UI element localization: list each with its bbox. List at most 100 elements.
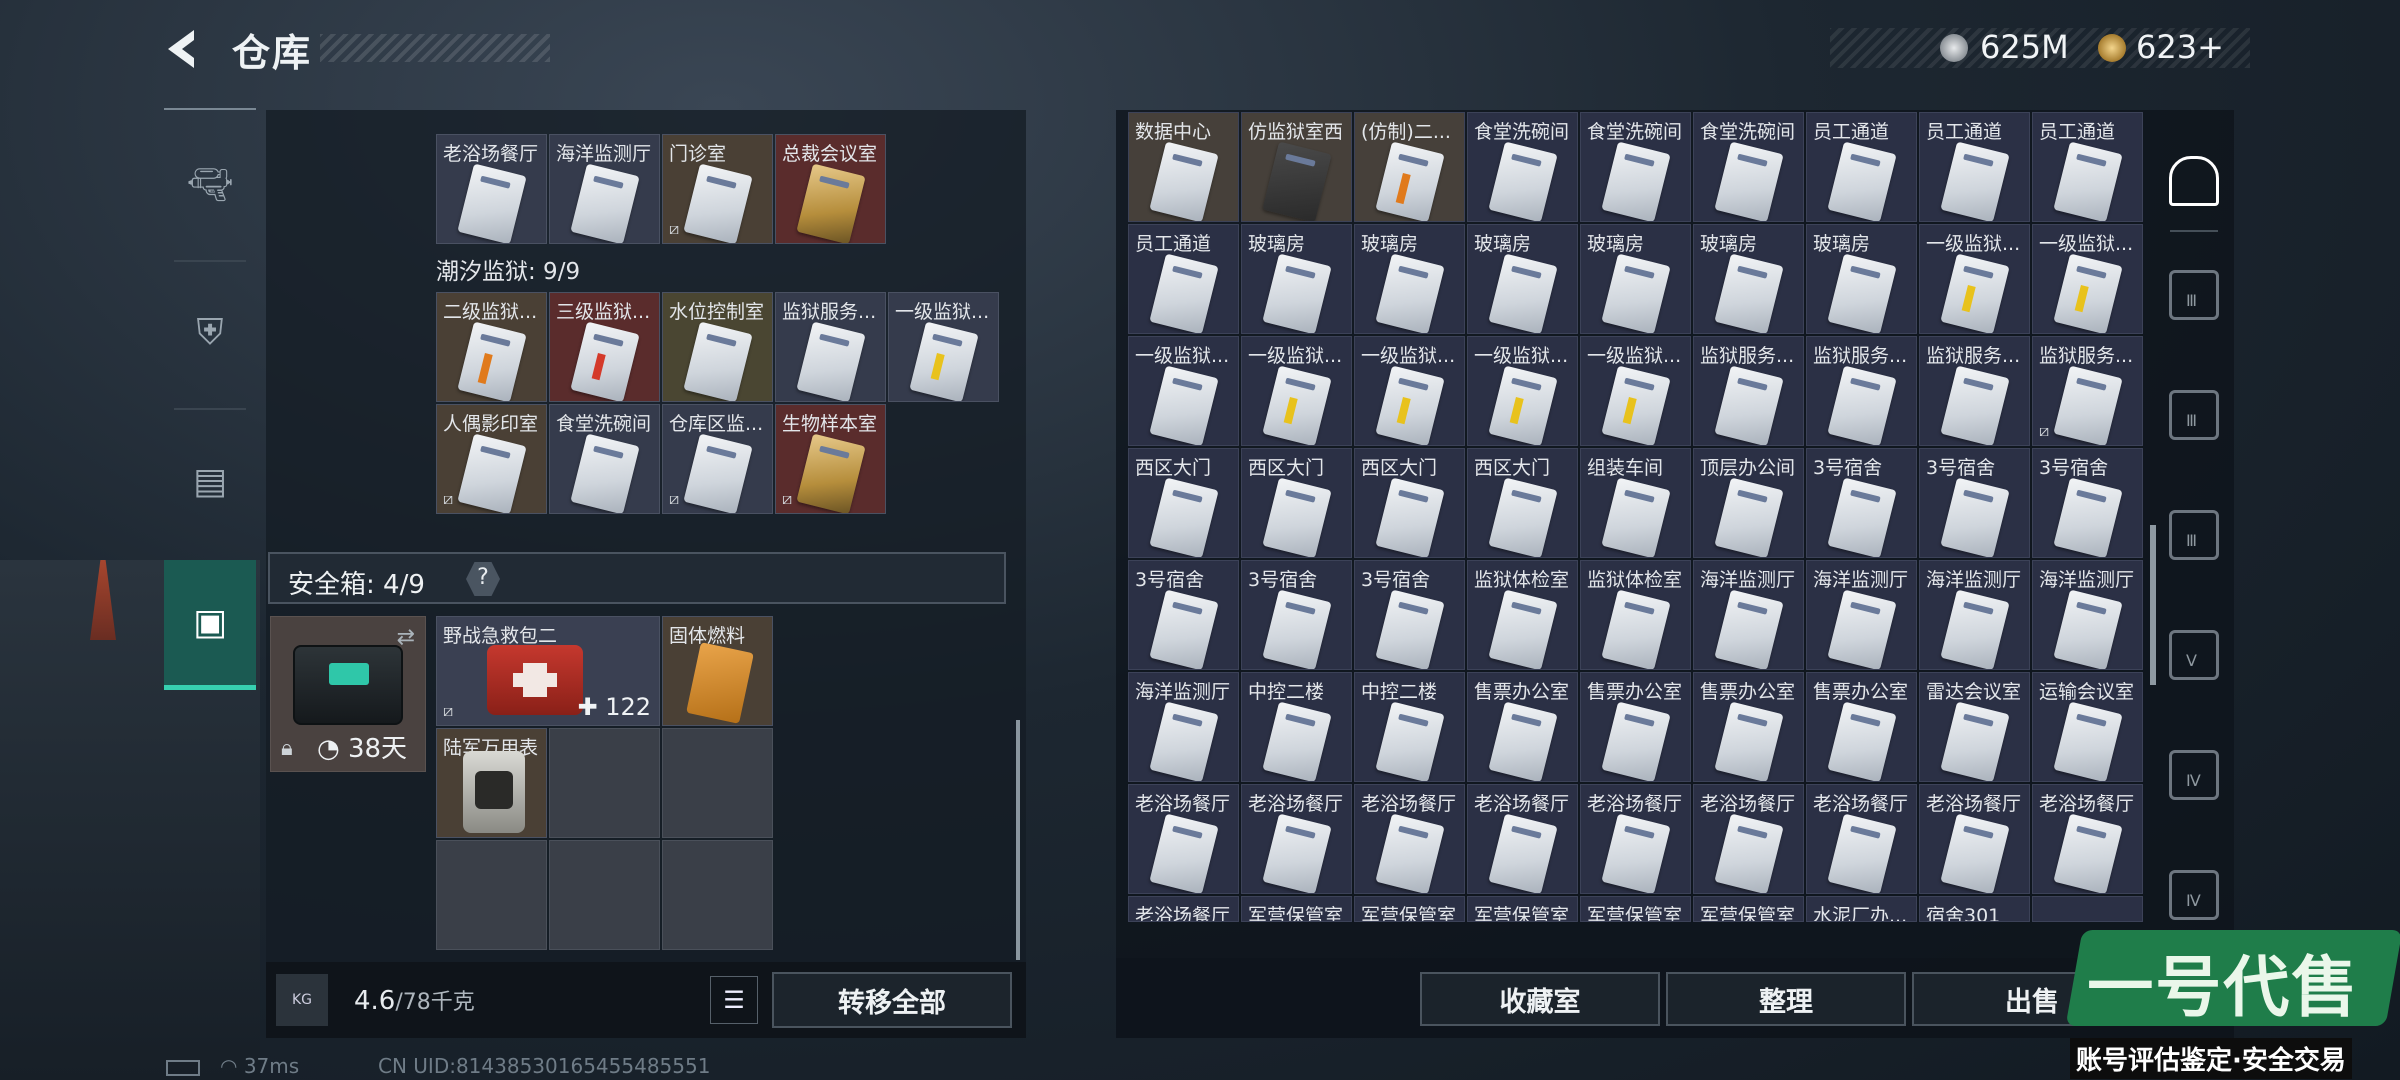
collection-keycard-item[interactable]: 3号宿舍	[1919, 448, 2030, 558]
nav-armor[interactable]: ⛨	[164, 268, 256, 398]
collection-keycard-item[interactable]: 水泥厂办...	[1806, 896, 1917, 922]
collection-keycard-item[interactable]: 监狱体检室	[1580, 560, 1691, 670]
collection-keycard-item[interactable]: 顶层办公间	[1693, 448, 1804, 558]
collection-keycard-item[interactable]: 售票办公室	[1806, 672, 1917, 782]
collection-keycard-item[interactable]: 3号宿舍	[1128, 560, 1239, 670]
collection-keycard-item[interactable]: 售票办公室	[1693, 672, 1804, 782]
keycard-item[interactable]: 三级监狱...	[549, 292, 660, 402]
collection-keycard-item[interactable]: 军营保管室	[1467, 896, 1578, 922]
filter-tier-5[interactable]: Ⅴ	[2156, 600, 2232, 710]
keycard-item[interactable]: 监狱服务...	[775, 292, 886, 402]
collection-keycard-item[interactable]: 一级监狱...	[1241, 336, 1352, 446]
keycard-item[interactable]: 一级监狱...	[888, 292, 999, 402]
collection-keycard-item[interactable]: 老浴场餐厅	[1693, 784, 1804, 894]
collection-keycard-item[interactable]: 玻璃房	[1580, 224, 1691, 334]
collection-keycard-item[interactable]: 监狱服务... ⧄	[2032, 336, 2143, 446]
collection-keycard-item[interactable]: 老浴场餐厅	[1354, 784, 1465, 894]
safe-box-container[interactable]: ⇄ 🔒︎ ◔ 38天	[270, 616, 426, 772]
keycard-item[interactable]: 总裁会议室	[775, 134, 886, 244]
transfer-all-button[interactable]: 转移全部	[772, 972, 1012, 1028]
keycard-item[interactable]: 人偶影印室 ⧄	[436, 404, 547, 514]
collection-keycard-item[interactable]: 运输会议室	[2032, 672, 2143, 782]
list-view-button[interactable]: ☰	[710, 976, 758, 1024]
collection-keycard-item[interactable]: 员工通道	[2032, 112, 2143, 222]
collection-keycard-item[interactable]: 军营保管室	[1580, 896, 1691, 922]
filter-tier-3b[interactable]: Ⅲ	[2156, 360, 2232, 470]
collection-keycard-item[interactable]: 西区大门	[1241, 448, 1352, 558]
collection-keycard-item[interactable]: 海洋监测厅	[2032, 560, 2143, 670]
help-icon[interactable]: ?	[466, 562, 500, 596]
medkit-item[interactable]: 野战急救包二 ⧄ ✚ 122	[436, 616, 660, 726]
collection-keycard-item[interactable]: 军营保管室	[1693, 896, 1804, 922]
collection-keycard-item[interactable]: 玻璃房	[1693, 224, 1804, 334]
collection-keycard-item[interactable]: 食堂洗碗间	[1580, 112, 1691, 222]
collection-keycard-item[interactable]: 监狱服务...	[1919, 336, 2030, 446]
keycard-item[interactable]: 水位控制室	[662, 292, 773, 402]
nav-weapons[interactable]: 🔫︎	[164, 120, 256, 250]
collection-keycard-item[interactable]: 监狱体检室	[1467, 560, 1578, 670]
solid-fuel-item[interactable]: 固体燃料	[662, 616, 773, 726]
collection-keycard-item[interactable]: 老浴场餐厅	[2032, 784, 2143, 894]
collection-keycard-item[interactable]: 售票办公室	[1580, 672, 1691, 782]
collection-keycard-item[interactable]: 数据中心	[1128, 112, 1239, 222]
collection-keycard-item[interactable]: 员工通道	[1919, 112, 2030, 222]
collection-keycard-item[interactable]: 员工通道	[1128, 224, 1239, 334]
collection-keycard-item[interactable]: (仿制)二...	[1354, 112, 1465, 222]
left-scrollbar[interactable]	[1016, 720, 1020, 960]
collection-keycard-item[interactable]: 员工通道	[1806, 112, 1917, 222]
filter-tier-3c[interactable]: Ⅲ	[2156, 480, 2232, 590]
filter-tier-3a[interactable]: Ⅲ	[2156, 240, 2232, 350]
nav-backpack[interactable]: ▤	[164, 416, 256, 546]
collection-keycard-item[interactable]: 老浴场餐厅	[1241, 784, 1352, 894]
collection-room-button[interactable]: 收藏室	[1420, 972, 1660, 1026]
collection-keycard-item[interactable]: 老浴场餐厅	[1806, 784, 1917, 894]
nav-safe-case[interactable]: ▣	[164, 560, 256, 690]
collection-keycard-item[interactable]: 军营保管室	[1241, 896, 1352, 922]
filter-tier-4a[interactable]: Ⅳ	[2156, 720, 2232, 830]
keycard-item[interactable]: 生物样本室 ⧄	[775, 404, 886, 514]
empty-slot[interactable]	[662, 840, 773, 950]
collection-keycard-item[interactable]: 军营保管室	[1354, 896, 1465, 922]
collection-keycard-item[interactable]: 玻璃房	[1241, 224, 1352, 334]
collection-keycard-item[interactable]: 一级监狱...	[1919, 224, 2030, 334]
collection-keycard-item[interactable]: 中控二楼	[1354, 672, 1465, 782]
collection-keycard-item[interactable]: 玻璃房	[1354, 224, 1465, 334]
collection-keycard-item[interactable]: 食堂洗碗间	[1467, 112, 1578, 222]
collection-keycard-item[interactable]: 3号宿舍	[2032, 448, 2143, 558]
collection-keycard-item[interactable]: 老浴场餐厅	[1919, 784, 2030, 894]
collection-keycard-item[interactable]: 组装车间	[1580, 448, 1691, 558]
keycard-item[interactable]: 门诊室 ⧄	[662, 134, 773, 244]
collection-keycard-item[interactable]: 玻璃房	[1806, 224, 1917, 334]
collection-keycard-item[interactable]: 一级监狱...	[1467, 336, 1578, 446]
collection-keycard-item[interactable]: 仿监狱室西	[1241, 112, 1352, 222]
collection-keycard-item[interactable]	[2032, 896, 2143, 922]
collection-keycard-item[interactable]: 西区大门	[1354, 448, 1465, 558]
collection-keycard-item[interactable]: 中控二楼	[1241, 672, 1352, 782]
currency-gold-value[interactable]: 623+	[2136, 28, 2224, 66]
collection-keycard-item[interactable]: 食堂洗碗间	[1693, 112, 1804, 222]
empty-slot[interactable]	[662, 728, 773, 838]
filter-all[interactable]	[2156, 126, 2232, 236]
collection-keycard-item[interactable]: 监狱服务...	[1806, 336, 1917, 446]
collection-keycard-item[interactable]: 雷达会议室	[1919, 672, 2030, 782]
collection-keycard-item[interactable]: 玻璃房	[1467, 224, 1578, 334]
collection-keycard-item[interactable]: 3号宿舍	[1241, 560, 1352, 670]
collection-keycard-item[interactable]: 售票办公室	[1467, 672, 1578, 782]
multimeter-item[interactable]: 陆军万用表	[436, 728, 547, 838]
collection-keycard-item[interactable]: 海洋监测厅	[1128, 672, 1239, 782]
collection-keycard-item[interactable]: 老浴场餐厅	[1128, 784, 1239, 894]
collection-keycard-item[interactable]: 海洋监测厅	[1919, 560, 2030, 670]
empty-slot[interactable]	[436, 840, 547, 950]
collection-keycard-item[interactable]: 西区大门	[1128, 448, 1239, 558]
back-arrow-icon[interactable]	[160, 24, 210, 74]
empty-slot[interactable]	[549, 840, 660, 950]
collection-keycard-item[interactable]: 西区大门	[1467, 448, 1578, 558]
collection-keycard-item[interactable]: 3号宿舍	[1354, 560, 1465, 670]
collection-keycard-item[interactable]: 老浴场餐厅	[1128, 896, 1239, 922]
collection-keycard-item[interactable]: 一级监狱...	[1128, 336, 1239, 446]
keycard-item[interactable]: 仓库区监... ⧄	[662, 404, 773, 514]
keycard-item[interactable]: 食堂洗碗间	[549, 404, 660, 514]
collection-keycard-item[interactable]: 一级监狱...	[1354, 336, 1465, 446]
empty-slot[interactable]	[549, 728, 660, 838]
sort-button[interactable]: 整理	[1666, 972, 1906, 1026]
